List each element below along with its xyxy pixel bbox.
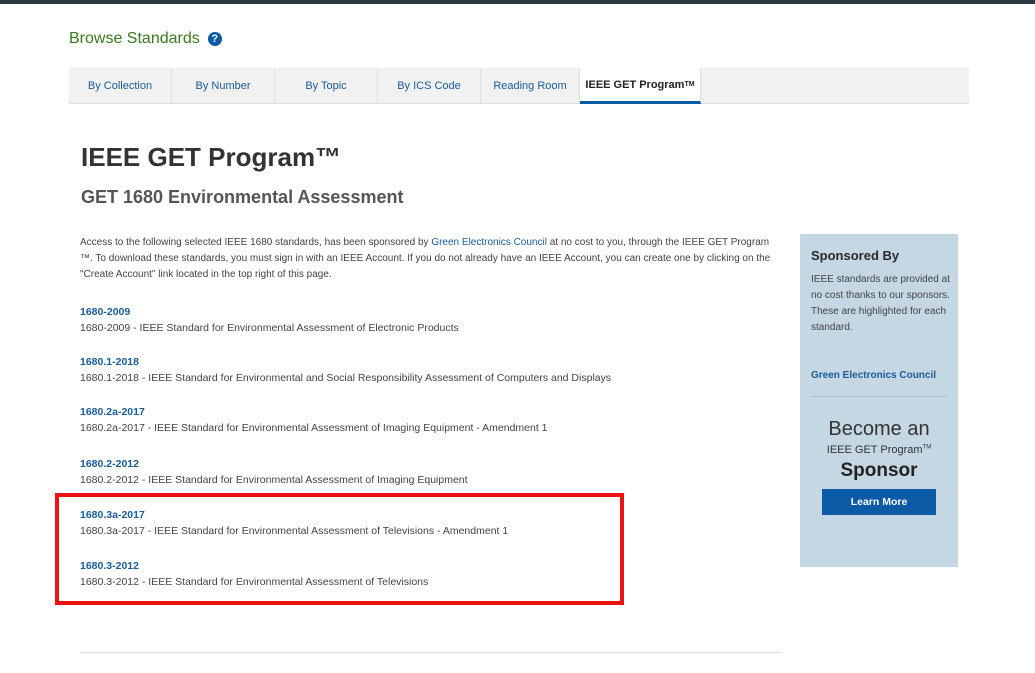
become-sponsor-line1: Become an	[828, 418, 930, 440]
standard-link[interactable]: 1680.2-2012	[80, 457, 468, 471]
tab-ieee-get-program[interactable]: IEEE GET Program TM	[580, 68, 701, 104]
sponsor-sidebar: Sponsored By IEEE standards are provided…	[800, 234, 958, 567]
tab-by-collection[interactable]: By Collection	[69, 68, 172, 104]
intro-paragraph: Access to the following selected IEEE 16…	[80, 237, 771, 280]
standard-link[interactable]: 1680.1-2018	[80, 355, 611, 369]
standard-link[interactable]: 1680-2009	[80, 305, 459, 319]
highlight-box	[55, 493, 624, 605]
top-bar	[0, 0, 1035, 4]
tab-by-topic[interactable]: By Topic	[275, 68, 378, 104]
standard-link[interactable]: 1680.2a-2017	[80, 405, 548, 419]
standard-description: 1680.2a-2017 - IEEE Standard for Environ…	[80, 422, 548, 434]
page-title: IEEE GET Program™	[81, 142, 342, 172]
page-subtitle: GET 1680 Environmental Assessment	[81, 187, 404, 207]
standard-description: 1680.1-2018 - IEEE Standard for Environm…	[80, 372, 612, 384]
sidebar-sponsor-link[interactable]: Green Electronics Council	[811, 370, 936, 381]
learn-more-button[interactable]: Learn More	[822, 489, 936, 515]
browse-standards-heading: Browse Standards ?	[69, 30, 222, 48]
sponsored-by-title: Sponsored By	[811, 248, 900, 263]
tab-bar: By Collection By Number By Topic By ICS …	[69, 68, 969, 104]
tab-reading-room[interactable]: Reading Room	[481, 68, 580, 104]
become-sponsor-line3: Sponsor	[840, 460, 918, 481]
standard-item: 1680.2a-2017 1680.2a-2017 - IEEE Standar…	[80, 405, 548, 436]
tab-by-number[interactable]: By Number	[172, 68, 275, 104]
bottom-divider	[80, 652, 782, 653]
tab-by-ics-code[interactable]: By ICS Code	[378, 68, 481, 104]
become-sponsor-line2: IEEE GET ProgramTM	[826, 444, 932, 456]
standard-item: 1680.1-2018 1680.1-2018 - IEEE Standard …	[80, 355, 611, 386]
sponsor-description: IEEE standards are provided at no cost t…	[811, 274, 950, 333]
sidebar-divider	[811, 396, 947, 397]
standard-description: 1680.2-2012 - IEEE Standard for Environm…	[80, 474, 468, 486]
standard-item: 1680-2009 1680-2009 - IEEE Standard for …	[80, 305, 459, 336]
standard-description: 1680-2009 - IEEE Standard for Environmen…	[80, 322, 459, 334]
browse-standards-title: Browse Standards	[69, 30, 200, 47]
green-electronics-council-link[interactable]: Green Electronics Council	[431, 237, 547, 248]
standard-item: 1680.2-2012 1680.2-2012 - IEEE Standard …	[80, 457, 468, 488]
help-icon[interactable]: ?	[207, 32, 222, 46]
